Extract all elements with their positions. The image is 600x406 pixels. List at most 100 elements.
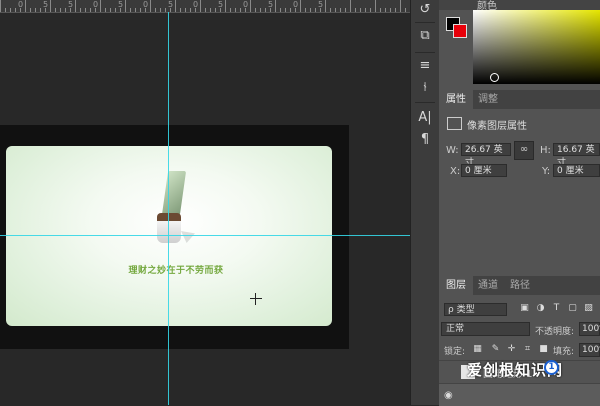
color-picker-handle[interactable] — [490, 73, 499, 82]
ruler-tick — [240, 8, 241, 12]
ruler-tick — [310, 8, 311, 12]
opacity-field[interactable]: 100% — [579, 322, 600, 336]
ruler-tick — [255, 8, 256, 12]
ruler-tick — [335, 8, 336, 12]
ruler-tick — [230, 8, 231, 12]
properties-title-row: 像素图层属性 — [439, 114, 600, 132]
ruler-label: 5 — [218, 0, 224, 9]
brush-presets-icon[interactable]: ≡ — [417, 58, 433, 74]
lock-all-icon[interactable]: ■ — [539, 344, 548, 354]
ruler-tick — [100, 0, 101, 12]
blend-mode-select[interactable]: 正常 — [441, 322, 530, 336]
ruler-label: 0 — [243, 0, 249, 9]
ruler-tick — [370, 8, 371, 12]
smart-object-filter-icon[interactable]: ▨ — [583, 303, 594, 314]
link-icon[interactable]: ∞ — [514, 141, 534, 160]
flower-pot — [157, 221, 181, 243]
right-panels: 颜色 属性 调整 像素图层属性 W: 26.67 英寸 ∞ H: 16.67 英… — [439, 0, 600, 406]
ruler-tick — [205, 8, 206, 12]
canvas-area[interactable]: 0 5 5 0 5 0 5 0 5 0 5 0 5 理财之妙在于不劳而获 — [0, 0, 410, 405]
ruler-label: 5 — [168, 0, 174, 9]
top-ruler[interactable]: 0 5 5 0 5 0 5 0 5 0 5 0 5 — [0, 0, 410, 13]
adjustments-sliders-icon[interactable]: ⫮ — [417, 80, 433, 96]
ruler-tick — [110, 8, 111, 12]
ruler-tick — [390, 8, 391, 12]
ruler-tick — [30, 8, 31, 12]
width-field[interactable]: 26.67 英寸 — [461, 143, 511, 168]
ruler-tick — [360, 8, 361, 12]
ruler-tick — [285, 8, 286, 12]
ruler-tick — [15, 8, 16, 12]
history-icon[interactable]: ↺ — [417, 2, 433, 18]
tab-channels[interactable]: 通道 — [471, 276, 505, 295]
properties-tabs: 属性 调整 — [439, 90, 600, 109]
ruler-tick — [5, 8, 6, 12]
shape-filter-icon[interactable]: ▢ — [567, 303, 578, 314]
ruler-tick — [225, 0, 226, 12]
adjustment-filter-icon[interactable]: ◑ — [535, 303, 546, 314]
x-field[interactable]: 0 厘米 — [461, 164, 507, 177]
paragraph-icon[interactable]: ¶ — [417, 132, 433, 148]
ruler-tick — [275, 0, 276, 12]
tab-layers[interactable]: 图层 — [439, 276, 473, 295]
ruler-label: 5 — [118, 0, 124, 9]
color-panel-header: 颜色 — [439, 0, 600, 12]
ruler-tick — [80, 8, 81, 12]
height-field[interactable]: 16.67 英寸 — [553, 143, 600, 168]
ruler-tick — [330, 8, 331, 12]
properties-title: 像素图层属性 — [467, 121, 527, 132]
ruler-tick — [160, 8, 161, 12]
background-color-swatch[interactable] — [453, 24, 467, 38]
x-label: X: — [450, 166, 461, 177]
clone-source-icon[interactable]: ⧉ — [417, 28, 433, 44]
ruler-tick — [105, 8, 106, 12]
artboard-icon[interactable]: ⌗ — [523, 344, 532, 354]
ruler-tick — [180, 8, 181, 12]
y-field[interactable]: 0 厘米 — [553, 164, 600, 177]
panel-tool-strip: ↺ ⧉ ≡ ⫮ A| ¶ — [410, 0, 440, 405]
ruler-tick — [300, 0, 301, 12]
tab-paths[interactable]: 路径 — [503, 276, 537, 295]
lock-transparent-icon[interactable]: ▦ — [473, 344, 482, 354]
layer-kind-filter[interactable]: ρ 类型 — [444, 303, 507, 316]
y-label: Y: — [542, 166, 551, 177]
ruler-tick — [130, 8, 131, 12]
ruler-tick — [365, 8, 366, 12]
ruler-label: 5 — [43, 0, 49, 9]
ruler-tick — [125, 0, 126, 12]
lock-label: 锁定: — [444, 347, 466, 357]
lock-position-icon[interactable]: ✛ — [507, 344, 516, 354]
layers-tabs: 图层 通道 路径 — [439, 276, 600, 295]
ruler-tick — [250, 0, 251, 12]
ruler-tick — [350, 0, 351, 12]
ruler-tick — [10, 8, 11, 12]
ruler-tick — [25, 0, 26, 12]
lock-image-icon[interactable]: ✎ — [491, 344, 500, 354]
ruler-tick — [185, 8, 186, 12]
ruler-tick — [355, 8, 356, 12]
horizontal-guide[interactable] — [0, 235, 410, 236]
ruler-tick — [90, 8, 91, 12]
eye-icon[interactable]: ◉ — [444, 390, 453, 401]
ruler-tick — [175, 0, 176, 12]
type-filter-icon[interactable]: T — [551, 303, 562, 314]
ruler-tick — [215, 8, 216, 12]
ruler-tick — [260, 8, 261, 12]
ruler-label: 5 — [268, 0, 274, 9]
fill-field[interactable]: 100% — [579, 343, 600, 357]
ruler-label: 0 — [143, 0, 149, 9]
tab-adjustments[interactable]: 调整 — [471, 90, 505, 109]
ruler-tick — [325, 0, 326, 12]
tab-properties[interactable]: 属性 — [439, 90, 473, 109]
ruler-tick — [135, 8, 136, 12]
ruler-tick — [400, 0, 401, 12]
vertical-guide[interactable] — [168, 12, 169, 405]
ruler-tick — [150, 0, 151, 12]
ruler-tick — [155, 8, 156, 12]
ruler-tick — [190, 8, 191, 12]
character-icon[interactable]: A| — [417, 110, 433, 126]
ruler-tick — [210, 8, 211, 12]
pixel-filter-icon[interactable]: ▣ — [519, 303, 530, 314]
layer-filter-row: ρ 类型 ▣ ◑ T ▢ ▨ — [439, 300, 600, 318]
layer-row[interactable]: ◉ — [439, 383, 600, 406]
